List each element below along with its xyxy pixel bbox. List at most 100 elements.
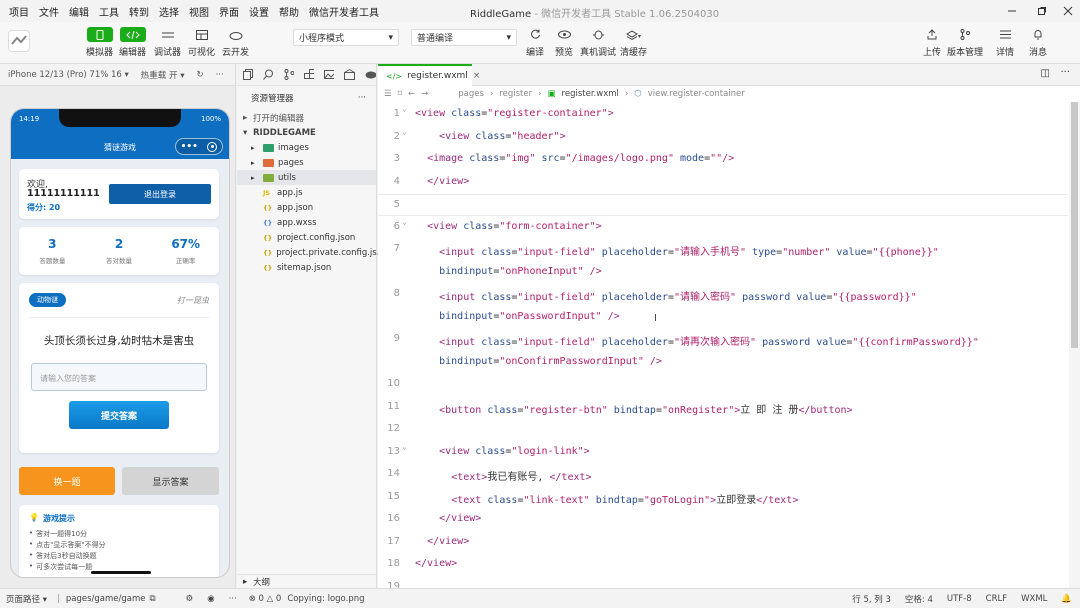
code-line[interactable]: 7 <input class="input-field" placeholder…: [378, 239, 1068, 261]
breadcrumb-item[interactable]: view.register-container: [648, 89, 745, 99]
git-icon[interactable]: [284, 69, 294, 80]
code-line[interactable]: 5: [378, 194, 1068, 216]
copy-icon[interactable]: ⧉: [149, 594, 155, 604]
menu-item[interactable]: 编辑: [64, 4, 94, 19]
line-ending[interactable]: CRLF: [986, 594, 1007, 604]
capsule-close-icon[interactable]: [207, 141, 218, 152]
menu-item[interactable]: 设置: [244, 4, 274, 19]
cloud-button[interactable]: 云开发: [222, 27, 249, 58]
menu-item[interactable]: 微信开发者工具: [304, 4, 384, 19]
menu-item[interactable]: 项目: [4, 4, 34, 19]
encoding[interactable]: UTF-8: [947, 594, 972, 604]
scrollbar[interactable]: [1069, 102, 1080, 588]
close-icon[interactable]: ×: [473, 71, 481, 81]
search-icon[interactable]: [263, 69, 274, 80]
version-button[interactable]: 版本管理: [947, 27, 983, 58]
code-line[interactable]: 8 <input class="input-field" placeholder…: [378, 284, 1068, 306]
file-item[interactable]: {} project.private.config.js...: [237, 245, 385, 260]
code-line[interactable]: bindinput="onPhoneInput" />: [378, 262, 1068, 284]
extensions-icon[interactable]: [303, 69, 315, 80]
code-line[interactable]: 10: [378, 374, 1068, 396]
cursor-position[interactable]: 行 5, 列 3: [852, 593, 891, 605]
avatar[interactable]: [8, 30, 30, 52]
box-icon[interactable]: [344, 69, 355, 80]
bookmark-icon[interactable]: ⌑: [398, 89, 402, 99]
capsule-menu[interactable]: •••: [175, 138, 223, 155]
realdebug-button[interactable]: 真机调试: [580, 27, 616, 58]
answer-input[interactable]: 请输入您的答案: [31, 363, 207, 391]
cloud-icon[interactable]: [365, 69, 377, 80]
logout-button[interactable]: 退出登录: [109, 184, 211, 204]
mode-select[interactable]: 小程序模式 ▾: [293, 29, 399, 46]
code-line[interactable]: 14 <text>我已有账号, </text>: [378, 464, 1068, 486]
close-window-button[interactable]: [1058, 2, 1078, 20]
messages-button[interactable]: 消息: [1025, 27, 1051, 58]
device-select[interactable]: iPhone 12/13 (Pro) 71% 16 ▾: [8, 70, 129, 80]
fold-chevron-icon[interactable]: ⌄: [402, 217, 407, 226]
file-item[interactable]: {} sitemap.json: [237, 260, 376, 275]
code-line[interactable]: 15 <text class="link-text" bindtap="goTo…: [378, 487, 1068, 509]
page-path-label[interactable]: 页面路径 ▾: [6, 593, 47, 605]
tab-register-wxml[interactable]: </> register.wxml ×: [378, 64, 480, 86]
fold-chevron-icon[interactable]: ⌄: [402, 442, 407, 451]
fold-chevron-icon[interactable]: ⌄: [402, 104, 407, 113]
preview-button[interactable]: 预览: [551, 27, 577, 58]
code-line[interactable]: 9 <input class="input-field" placeholder…: [378, 329, 1068, 351]
code-line[interactable]: 4 </view>: [378, 172, 1068, 194]
problems-count[interactable]: ⊗ 0 △ 0: [249, 594, 282, 604]
submit-answer-button[interactable]: 提交答案: [69, 401, 169, 429]
code-line[interactable]: 6 ⌄ <view class="form-container">: [378, 217, 1068, 239]
menu-item[interactable]: 转到: [124, 4, 154, 19]
hotreload-toggle[interactable]: 热重载 开 ▾: [141, 69, 185, 81]
menu-item[interactable]: 选择: [154, 4, 184, 19]
more-icon[interactable]: ···: [358, 93, 366, 103]
code-line[interactable]: 13 ⌄ <view class="login-link">: [378, 442, 1068, 464]
code-line[interactable]: bindinput="onConfirmPasswordInput" />: [378, 352, 1068, 374]
clearcache-button[interactable]: ▾ 清缓存: [620, 27, 647, 58]
folder-pages[interactable]: ▸ pages: [237, 155, 376, 170]
folder-utils[interactable]: ▸ utils: [237, 170, 376, 185]
menu-item[interactable]: 视图: [184, 4, 214, 19]
code-line[interactable]: 16 </view>: [378, 509, 1068, 531]
folder-images[interactable]: ▸ images: [237, 140, 376, 155]
list-icon[interactable]: ☰: [384, 89, 392, 99]
maximize-button[interactable]: [1032, 2, 1052, 20]
outline-section[interactable]: ▸ 大纲: [237, 574, 377, 588]
breadcrumb-item[interactable]: register.wxml: [562, 89, 619, 99]
more-icon[interactable]: ···: [1060, 67, 1070, 78]
more-icon[interactable]: ···: [229, 594, 237, 604]
file-item[interactable]: JS app.js: [237, 185, 376, 200]
code-line[interactable]: 2 ⌄ <view class="header">: [378, 127, 1068, 149]
minimize-button[interactable]: [1002, 2, 1022, 20]
debug-icon[interactable]: ⚙: [186, 594, 194, 604]
compile-select[interactable]: 普通编译 ▾: [411, 29, 517, 46]
code-line[interactable]: 18 </view>: [378, 554, 1068, 576]
fold-chevron-icon[interactable]: ⌄: [402, 127, 407, 136]
code-line[interactable]: bindinput="onPasswordInput" />: [378, 307, 1068, 329]
menu-item[interactable]: 工具: [94, 4, 124, 19]
menu-item[interactable]: 界面: [214, 4, 244, 19]
compile-button[interactable]: 编译: [522, 27, 548, 58]
capsule-more-icon[interactable]: •••: [181, 142, 198, 152]
show-answer-button[interactable]: 显示答案: [122, 467, 219, 495]
breadcrumb-item[interactable]: pages: [458, 89, 484, 99]
menu-item[interactable]: 文件: [34, 4, 64, 19]
file-item[interactable]: {} app.json: [237, 200, 376, 215]
code-area[interactable]: 1 ⌄ <view class="register-container"> 2 ⌄ <v…: [378, 102, 1068, 588]
code-line[interactable]: 19: [378, 577, 1068, 589]
rotate-icon[interactable]: ↻: [196, 70, 203, 80]
forward-icon[interactable]: →: [421, 89, 428, 99]
eye-icon[interactable]: ◉: [207, 594, 214, 604]
project-section[interactable]: ▾ RIDDLEGAME: [237, 125, 376, 140]
next-riddle-button[interactable]: 换一题: [19, 467, 115, 495]
image-icon[interactable]: [324, 69, 335, 80]
file-item[interactable]: {} project.config.json: [237, 230, 376, 245]
code-line[interactable]: 12: [378, 419, 1068, 441]
breadcrumb-item[interactable]: register: [499, 89, 532, 99]
scrollbar-thumb[interactable]: [1071, 102, 1078, 348]
split-editor-icon[interactable]: ◫: [1041, 68, 1050, 79]
code-line[interactable]: 3 <image class="img" src="/images/logo.p…: [378, 149, 1068, 171]
indent-setting[interactable]: 空格: 4: [905, 593, 933, 605]
simulator-button[interactable]: 模拟器: [86, 27, 113, 58]
visual-button[interactable]: 可视化: [188, 27, 215, 58]
